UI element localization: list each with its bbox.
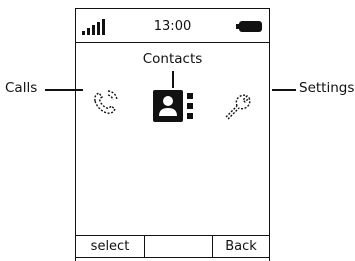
wrench-screwdriver-icon[interactable] [222,91,252,121]
status-bar: 13:00 [76,9,269,43]
middle-softkey[interactable] [145,236,213,257]
select-softkey[interactable]: select [76,236,145,257]
title-pointer-line [172,71,174,88]
contacts-book-icon[interactable] [151,89,197,123]
settings-callout-line [272,89,296,91]
back-softkey[interactable]: Back [213,236,269,257]
settings-callout-label: Settings [299,80,355,96]
selected-menu-title: Contacts [142,51,203,67]
phone-handset-icon[interactable] [90,88,120,118]
battery-icon [236,21,262,32]
calls-callout-line [45,89,83,91]
calls-callout-label: Calls [5,80,38,96]
softkey-bar: select Back [76,235,269,258]
phone-screen: 13:00 Contacts select Back [75,8,270,261]
